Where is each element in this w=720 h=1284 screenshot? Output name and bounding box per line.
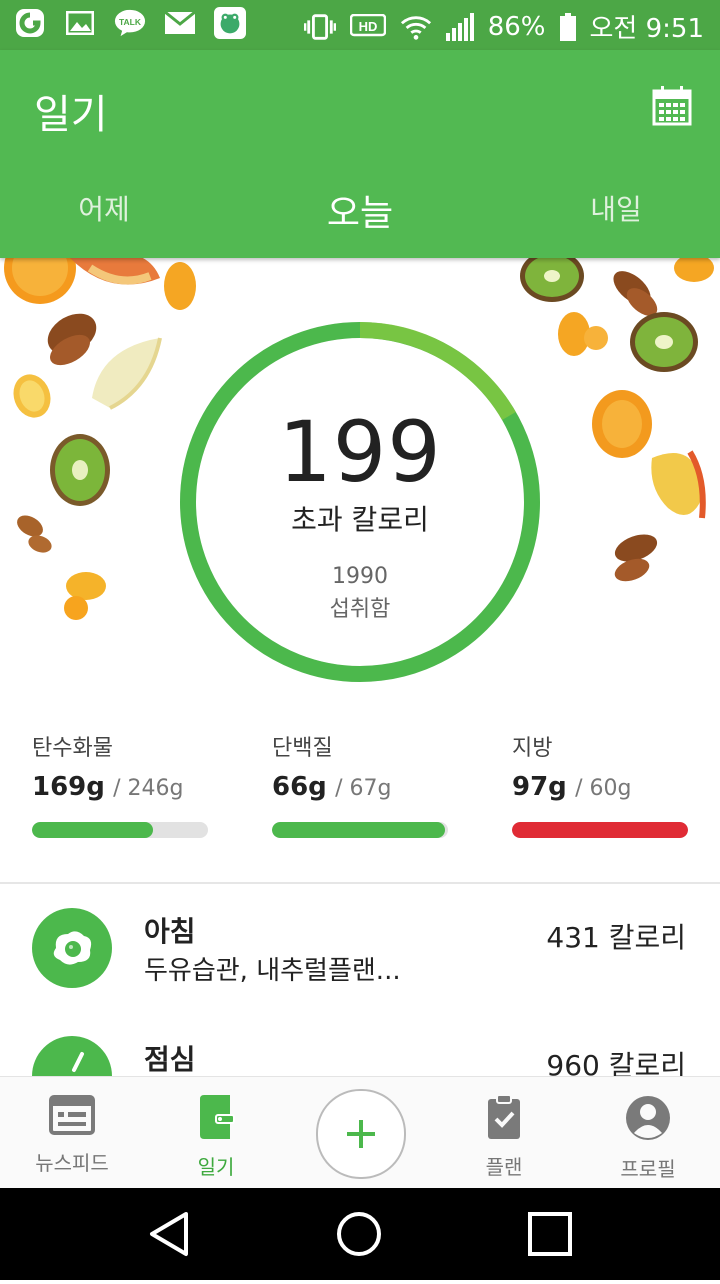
naver-icon [14, 8, 46, 38]
kumquat-image [674, 258, 714, 282]
macro-name: 지방 [512, 736, 553, 761]
nav-label: 뉴스피드 [35, 1151, 109, 1175]
kumquat-image [164, 262, 196, 310]
signal-icon [444, 12, 476, 42]
macro-progress-bar [32, 822, 208, 838]
nav-diary[interactable]: 일기 [156, 1095, 276, 1180]
hd-label: HD [358, 19, 377, 34]
macro-progress-fill [32, 822, 154, 838]
macro-progress-fill [272, 822, 446, 838]
kumquat-pair-image [64, 572, 106, 620]
frog-app-icon [214, 7, 246, 39]
calorie-summary: 199 초과 칼로리 1990 섭취함 [180, 410, 540, 623]
kiwi-image [630, 312, 698, 372]
peach-slice-image [651, 450, 706, 519]
almond-image [17, 515, 52, 553]
macro-name: 단백질 [272, 736, 333, 761]
status-bar: TALK HD 86% 오전 9:51 [0, 0, 720, 50]
kiwi-image [50, 434, 110, 506]
macro-amount: 66g [272, 772, 327, 802]
newsfeed-icon [12, 1095, 132, 1139]
pecan-image [614, 534, 658, 582]
tab-yesterday[interactable]: 어제 [4, 188, 204, 228]
plus-icon [347, 1120, 375, 1148]
consumed-value: 1990 [332, 564, 388, 589]
clipboard-icon [444, 1094, 564, 1143]
macro-fat[interactable]: 지방 97g / 60g [512, 730, 688, 838]
nav-profile[interactable]: 프로필 [588, 1095, 708, 1182]
macro-progress-bar [272, 822, 448, 838]
kiwi-slice-image [520, 258, 584, 302]
vibrate-icon [303, 12, 336, 42]
meal-name: 아침 [144, 915, 196, 948]
peach-slice-image [70, 258, 160, 285]
bottom-navigation: 뉴스피드 일기 플랜 프로필 [0, 1076, 720, 1189]
calendar-icon[interactable] [652, 86, 692, 126]
system-navigation-bar [0, 1188, 720, 1280]
fried-egg-icon [32, 908, 112, 988]
app-bar: 일기 어제 오늘 내일 [0, 50, 720, 258]
hd-voice-icon: HD [348, 12, 388, 42]
kumquat-slice-image [558, 312, 608, 356]
tab-tomorrow[interactable]: 내일 [516, 188, 716, 228]
nav-label: 플랜 [485, 1155, 523, 1179]
macro-amount: 169g [32, 772, 105, 802]
meal-description: 두유습관, 내추럴플랜... [144, 956, 401, 986]
nav-label: 프로필 [620, 1157, 676, 1181]
macro-goal: / 67g [335, 776, 392, 801]
recents-icon[interactable] [528, 1212, 572, 1256]
pecan-image [47, 313, 97, 366]
macros-section: 탄수화물 169g / 246g 단백질 66g / 67g 지방 97g / … [0, 730, 720, 840]
talk-label: TALK [119, 17, 142, 27]
meal-name: 점심 [144, 1043, 196, 1076]
page-title: 일기 [34, 92, 108, 138]
profile-icon [588, 1095, 708, 1145]
apple-slice-image [92, 337, 162, 410]
macro-name: 탄수화물 [32, 736, 113, 761]
macro-progress-fill [512, 822, 688, 838]
diary-icon [156, 1095, 276, 1143]
gallery-icon [64, 8, 96, 38]
nav-newsfeed[interactable]: 뉴스피드 [12, 1095, 132, 1176]
meal-calories: 431 칼로리 [546, 921, 686, 954]
home-icon[interactable] [337, 1212, 381, 1256]
day-tabs: 어제 오늘 내일 [0, 178, 720, 238]
nav-label: 일기 [197, 1155, 235, 1179]
battery-percent: 86% [487, 11, 546, 42]
apricot-image [592, 390, 652, 458]
clock: 오전 9:51 [589, 14, 705, 44]
add-button[interactable] [316, 1089, 406, 1179]
kumquat-slice-image [13, 374, 51, 418]
meal-row-breakfast[interactable]: 아침 두유습관, 내추럴플랜... 431 칼로리 [0, 884, 720, 1012]
macro-goal: / 246g [113, 776, 184, 801]
consumed-label: 섭취함 [329, 597, 391, 622]
macro-progress-bar [512, 822, 688, 838]
over-calories-label: 초과 칼로리 [291, 503, 429, 536]
battery-icon [558, 12, 578, 42]
macro-carbs[interactable]: 탄수화물 169g / 246g [32, 730, 208, 838]
tab-today[interactable]: 오늘 [260, 184, 460, 236]
back-icon[interactable] [150, 1212, 188, 1256]
pecan-image [613, 271, 658, 316]
orange-slice-image [4, 258, 76, 304]
macro-protein[interactable]: 단백질 66g / 67g [272, 730, 448, 838]
kakaotalk-icon: TALK [114, 8, 146, 38]
macro-amount: 97g [512, 772, 567, 802]
macro-goal: / 60g [575, 776, 632, 801]
nav-plan[interactable]: 플랜 [444, 1094, 564, 1180]
over-calories-value: 199 [278, 403, 442, 501]
mail-icon [164, 8, 196, 38]
wifi-icon [400, 12, 432, 42]
